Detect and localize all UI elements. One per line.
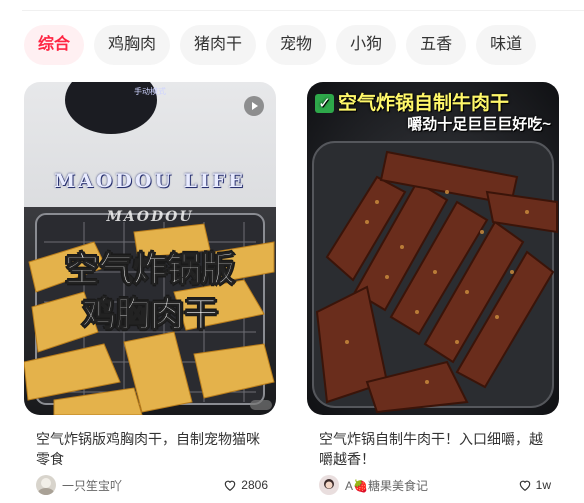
author-avatar[interactable]	[319, 475, 339, 495]
filter-tabs: 综合 鸡胸肉 猪肉干 宠物 小狗 五香 味道	[24, 25, 537, 65]
cover-signature-text: MAODOU	[106, 209, 194, 225]
cover-title-line2: 嚼劲十足巨巨巨好吃~	[407, 116, 551, 133]
note-title[interactable]: 空气炸锅版鸡胸肉干，自制宠物猫咪零食	[36, 429, 266, 469]
check-mark-icon: ✓	[315, 94, 334, 113]
tab-flavor[interactable]: 味道	[476, 25, 537, 65]
like-button[interactable]: 2806	[223, 478, 268, 492]
note-cover-image[interactable]: ✓ 空气炸锅自制牛肉干 嚼劲十足巨巨巨好吃~	[307, 82, 559, 415]
note-meta: 一只笙宝吖 2806	[36, 475, 268, 495]
cover-brand-text: MAODOU LIFE	[54, 170, 246, 192]
top-divider	[22, 10, 584, 11]
author-name[interactable]: 一只笙宝吖	[62, 477, 122, 494]
heart-icon	[519, 480, 530, 491]
tab-chicken-breast[interactable]: 鸡胸肉	[94, 25, 171, 65]
cover-title-line1: ✓ 空气炸锅自制牛肉干	[315, 88, 509, 115]
tab-pet[interactable]: 宠物	[266, 25, 327, 65]
cover-title-line1: 空气炸锅版	[65, 251, 236, 290]
cover-title-line2: 鸡胸肉干	[82, 296, 219, 335]
tab-pork-jerky[interactable]: 猪肉干	[180, 25, 257, 65]
note-meta: A🍓糖果美食记 1w	[319, 475, 551, 495]
heart-icon	[225, 480, 236, 491]
like-count: 2806	[241, 478, 268, 492]
author-avatar[interactable]	[36, 475, 56, 495]
note-card[interactable]: 手动模式 MAODOU LIFE MAODOU 空气炸锅版 鸡胸肉干 空气炸锅版…	[24, 82, 276, 495]
note-card[interactable]: ✓ 空气炸锅自制牛肉干 嚼劲十足巨巨巨好吃~ 空气炸锅自制牛肉干！入口细嚼，越嚼越…	[307, 82, 559, 495]
note-title[interactable]: 空气炸锅自制牛肉干！入口细嚼，越嚼越香！	[319, 429, 549, 469]
cover-lcd-text: 手动模式	[134, 87, 166, 96]
video-play-icon	[244, 96, 264, 116]
tab-five-spice[interactable]: 五香	[406, 25, 467, 65]
author-name[interactable]: A🍓糖果美食记	[345, 477, 428, 494]
tab-puppy[interactable]: 小狗	[336, 25, 397, 65]
like-count: 1w	[535, 478, 551, 492]
like-button[interactable]: 1w	[518, 478, 551, 492]
note-cover-image[interactable]: 手动模式 MAODOU LIFE MAODOU 空气炸锅版 鸡胸肉干	[24, 82, 276, 415]
tab-comprehensive[interactable]: 综合	[24, 25, 85, 65]
